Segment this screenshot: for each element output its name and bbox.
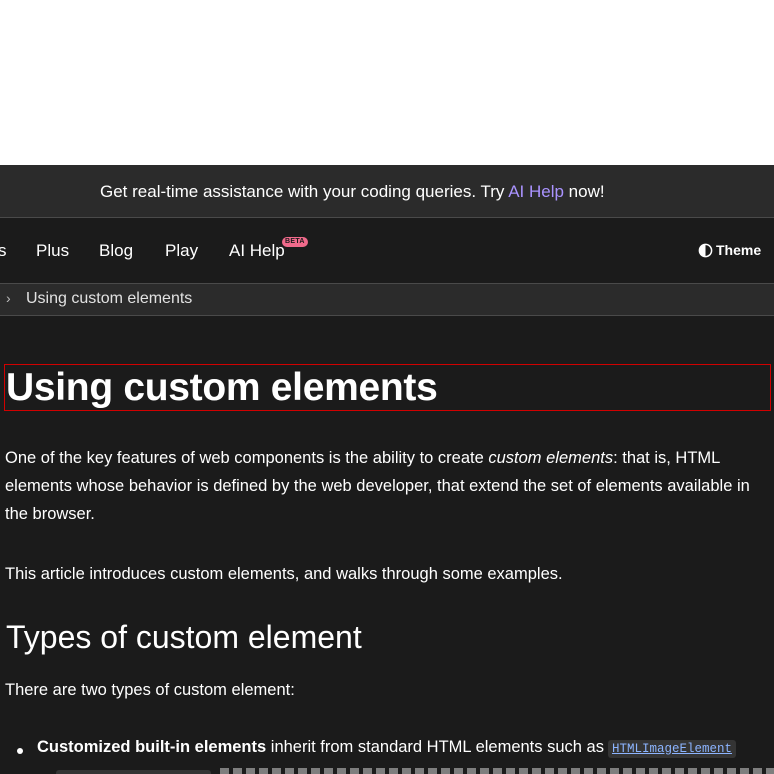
banner-text: Get real-time assistance with your codin… xyxy=(100,165,605,218)
article-content: Using custom elements One of the key fea… xyxy=(0,316,774,774)
nav-item-cut[interactable]: s xyxy=(0,241,7,261)
theme-label: Theme xyxy=(716,242,762,258)
intro-text-a: One of the key features of web component… xyxy=(5,449,489,467)
bullet-bold-term: Customized built-in elements xyxy=(37,738,267,756)
ai-help-banner: Get real-time assistance with your codin… xyxy=(0,165,774,218)
intro-emphasis: custom elements xyxy=(488,449,614,467)
clipped-next-line xyxy=(0,768,774,774)
chevron-right-icon: › xyxy=(6,290,11,306)
contrast-icon xyxy=(698,243,713,257)
bullet-marker xyxy=(17,748,23,754)
banner-suffix: now! xyxy=(563,182,605,201)
section-intro: There are two types of custom element: xyxy=(5,681,295,699)
beta-badge: BETA xyxy=(282,237,308,247)
htmlimageelement-link[interactable]: HTMLImageElement xyxy=(607,740,736,758)
nav-item-play[interactable]: Play xyxy=(165,241,198,261)
breadcrumb-current[interactable]: Using custom elements xyxy=(26,290,192,308)
list-item: Customized built-in elements inherit fro… xyxy=(37,738,736,758)
bullet-text: inherit from standard HTML elements such… xyxy=(266,738,604,756)
section-heading[interactable]: Types of custom element xyxy=(6,619,362,656)
page-title: Using custom elements xyxy=(6,366,438,409)
page-top-blank xyxy=(0,0,774,165)
main-nav: s Plus Blog Play AI Help BETA Theme xyxy=(0,218,774,284)
clipped-text xyxy=(220,768,774,774)
breadcrumb: › Using custom elements xyxy=(0,284,774,316)
intro-paragraph-2: This article introduces custom elements,… xyxy=(5,565,563,583)
nav-item-blog[interactable]: Blog xyxy=(99,241,133,261)
intro-paragraph: One of the key features of web component… xyxy=(5,444,769,528)
clipped-code-pill xyxy=(56,770,211,774)
nav-item-plus[interactable]: Plus xyxy=(36,241,69,261)
banner-ai-help-link[interactable]: AI Help xyxy=(508,182,564,201)
nav-item-ai-help[interactable]: AI Help xyxy=(229,241,285,261)
theme-button[interactable]: Theme xyxy=(698,242,761,258)
banner-prefix: Get real-time assistance with your codin… xyxy=(100,182,509,201)
